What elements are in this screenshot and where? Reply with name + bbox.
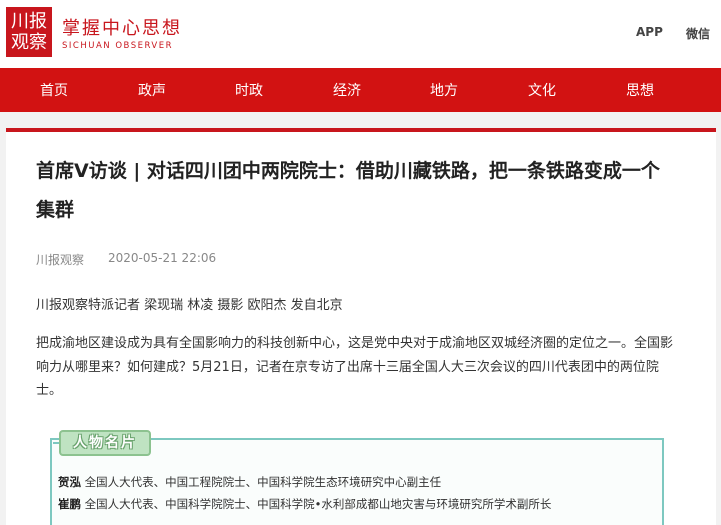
profile-person: 崔鹏 全国人大代表、中国科学院院士、中国科学院•水利部成都山地灾害与环境研究所学… bbox=[58, 496, 551, 512]
main-nav: 首页 政声 时政 经济 地方 文化 思想 bbox=[0, 68, 721, 112]
site-slogan-en: SICHUAN OBSERVER bbox=[62, 41, 173, 51]
nav-item-economy[interactable]: 经济 bbox=[333, 80, 361, 100]
article-byline: 川报观察特派记者 梁现瑞 林凌 摄影 欧阳杰 发自北京 bbox=[36, 298, 343, 313]
nav-item-thought[interactable]: 思想 bbox=[626, 80, 654, 100]
wechat-link[interactable]: 微信 bbox=[686, 25, 710, 42]
profile-person-desc: 全国人大代表、中国工程院院士、中国科学院生态环境研究中心副主任 bbox=[84, 475, 442, 489]
article-lead-paragraph: 把成渝地区建设成为具有全国影响力的科技创新中心，这是党中央对于成渝地区双城经济圈… bbox=[36, 336, 674, 398]
article-date: 2020-05-21 22:06 bbox=[108, 251, 217, 265]
nav-item-local[interactable]: 地方 bbox=[430, 80, 458, 100]
profile-person-name: 贺泓 bbox=[58, 475, 81, 489]
nav-item-home[interactable]: 首页 bbox=[40, 80, 68, 100]
article-source[interactable]: 川报观察 bbox=[36, 251, 84, 268]
site-header: 川报 观察 掌握中心思想 SICHUAN OBSERVER APP 微信 bbox=[0, 0, 721, 68]
site-slogan: 掌握中心思想 bbox=[62, 18, 182, 39]
profile-tag: 人物名片 bbox=[59, 430, 151, 456]
article-card: 首席V访谈 | 对话四川团中两院院士：借助川藏铁路，把一条铁路变成一个集群 川报… bbox=[6, 128, 716, 525]
profile-person-desc: 全国人大代表、中国科学院院士、中国科学院•水利部成都山地灾害与环境研究所学术副所… bbox=[84, 497, 552, 511]
nav-item-zhengsheng[interactable]: 政声 bbox=[138, 80, 166, 100]
profile-person: 贺泓 全国人大代表、中国工程院院士、中国科学院生态环境研究中心副主任 bbox=[58, 474, 441, 490]
app-link[interactable]: APP bbox=[636, 25, 663, 39]
article-title: 首席V访谈 | 对话四川团中两院院士：借助川藏铁路，把一条铁路变成一个集群 bbox=[36, 160, 660, 221]
nav-item-shizheng[interactable]: 时政 bbox=[235, 80, 263, 100]
logo-line-1: 川报 bbox=[11, 11, 47, 32]
site-logo[interactable]: 川报 观察 bbox=[6, 7, 52, 57]
nav-item-culture[interactable]: 文化 bbox=[528, 80, 556, 100]
profile-person-name: 崔鹏 bbox=[58, 497, 81, 511]
logo-line-2: 观察 bbox=[11, 32, 47, 53]
